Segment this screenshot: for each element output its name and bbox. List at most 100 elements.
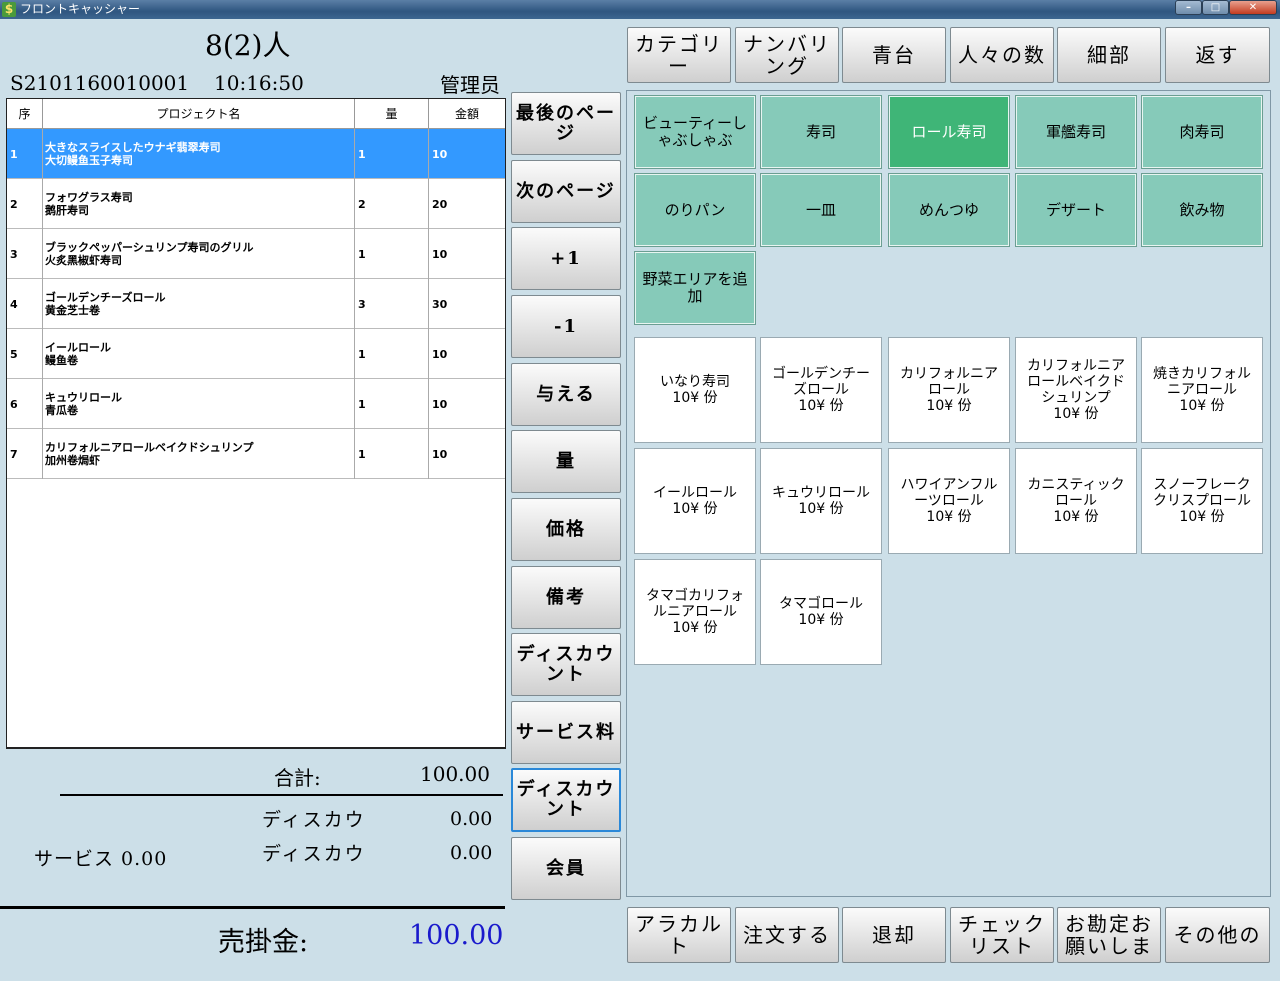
- checklist-button[interactable]: チェックリスト: [950, 907, 1054, 963]
- a-la-carte-button[interactable]: アラカルト: [627, 907, 731, 963]
- table-row[interactable]: 7 カリフォルニアロールベイクドシュリンプ 加州卷焗虾 1 10: [7, 429, 505, 479]
- category-button[interactable]: カテゴリー: [627, 27, 731, 83]
- order-table: 序 プロジェクト名 量 金額 1 大きなスライスしたウナギ翡翠寿司 大切鳗鱼玉子寿…: [6, 98, 506, 749]
- row-name: キュウリロール 青瓜卷: [43, 379, 355, 429]
- dish-price: 10¥ 份: [1179, 398, 1225, 414]
- row-name-primary: カリフォルニアロールベイクドシュリンプ: [45, 441, 254, 454]
- place-order-button[interactable]: 注文する: [735, 907, 839, 963]
- return-button[interactable]: 返す: [1165, 27, 1270, 83]
- next-page-button[interactable]: 次のページ: [511, 160, 621, 223]
- service-charge: サービス 0.00: [34, 848, 168, 870]
- dish-item[interactable]: カニスティックロール 10¥ 份: [1015, 448, 1137, 554]
- subtotal-value: 100.00: [420, 762, 490, 786]
- table-row[interactable]: 4 ゴールデンチーズロール 黄金芝士卷 3 30: [7, 279, 505, 329]
- dish-item[interactable]: 焼きカリフォルニアロール 10¥ 份: [1141, 337, 1263, 443]
- plus-one-button[interactable]: +1: [511, 227, 621, 290]
- checkout-button[interactable]: お勘定お願いしま: [1057, 907, 1161, 963]
- category-item[interactable]: 飲み物: [1141, 173, 1263, 247]
- member-button[interactable]: 会員: [511, 837, 621, 900]
- row-name-secondary: 鳗鱼卷: [45, 354, 78, 367]
- dish-item[interactable]: カリフォルニアロール 10¥ 份: [888, 337, 1010, 443]
- divider: [0, 906, 505, 909]
- last-page-button[interactable]: 最後のページ: [511, 92, 621, 155]
- category-item[interactable]: のりパン: [634, 173, 756, 247]
- dish-name: キュウリロール: [772, 485, 870, 501]
- guest-count-button[interactable]: 人々の数: [950, 27, 1054, 83]
- table-row[interactable]: 6 キュウリロール 青瓜卷 1 10: [7, 379, 505, 429]
- close-button[interactable]: ✕: [1229, 0, 1277, 15]
- row-seq: 6: [7, 379, 43, 429]
- dish-item[interactable]: いなり寿司 10¥ 份: [634, 337, 756, 443]
- row-name-secondary: 火炙黑椒虾寿司: [45, 254, 122, 267]
- dish-name: ゴールデンチーズロール: [772, 366, 870, 398]
- table-row[interactable]: 2 フォワグラス寿司 鹅肝寿司 2 20: [7, 179, 505, 229]
- numbering-button[interactable]: ナンバリング: [735, 27, 839, 83]
- window-title: フロントキャッシャー: [20, 2, 141, 16]
- dish-name: スノーフレーククリスプロール: [1153, 477, 1251, 509]
- row-name: ゴールデンチーズロール 黄金芝士卷: [43, 279, 355, 329]
- category-item[interactable]: 野菜エリアを追加: [634, 251, 756, 325]
- dish-item[interactable]: タマゴロール 10¥ 份: [760, 559, 882, 665]
- dish-price: 10¥ 份: [672, 501, 718, 517]
- discount-value: 0.00: [450, 808, 493, 830]
- dish-price: 10¥ 份: [798, 612, 844, 628]
- dish-item[interactable]: ゴールデンチーズロール 10¥ 份: [760, 337, 882, 443]
- row-name-primary: キュウリロール: [45, 391, 122, 404]
- category-item[interactable]: 寿司: [760, 95, 882, 169]
- table-row[interactable]: 3 ブラックペッパーシュリンプ寿司のグリル 火炙黑椒虾寿司 1 10: [7, 229, 505, 279]
- other-button[interactable]: その他の: [1165, 907, 1270, 963]
- discount-button[interactable]: ディスカウント: [511, 633, 621, 696]
- row-name-secondary: 青瓜卷: [45, 404, 78, 417]
- dish-name: イールロール: [653, 485, 737, 501]
- dish-item[interactable]: カリフォルニアロールベイクドシュリンプ 10¥ 份: [1015, 337, 1137, 443]
- row-qty: 3: [355, 279, 429, 329]
- row-seq: 1: [7, 129, 43, 179]
- amount-due-label: 売掛金:: [218, 927, 309, 958]
- category-item[interactable]: めんつゆ: [888, 173, 1010, 247]
- dish-price: 10¥ 份: [1053, 406, 1099, 422]
- row-amount: 10: [432, 398, 448, 411]
- menu-panel: ビューティーしゃぶしゃぶ 寿司 ロール寿司 軍艦寿司 肉寿司 のりパン 一皿 め…: [626, 90, 1271, 897]
- category-item[interactable]: 軍艦寿司: [1015, 95, 1137, 169]
- guest-count: 8(2)人: [205, 29, 291, 62]
- minus-one-button[interactable]: -1: [511, 295, 621, 358]
- withdraw-button[interactable]: 退却: [842, 907, 946, 963]
- category-item[interactable]: 一皿: [760, 173, 882, 247]
- row-amount: 10: [432, 348, 448, 361]
- category-item[interactable]: 肉寿司: [1141, 95, 1263, 169]
- dish-name: タマゴロール: [779, 596, 863, 612]
- quantity-button[interactable]: 量: [511, 430, 621, 493]
- table-row[interactable]: 1 大きなスライスしたウナギ翡翠寿司 大切鳗鱼玉子寿司 1 10: [7, 129, 505, 179]
- minimize-button[interactable]: –: [1175, 0, 1202, 15]
- dish-item[interactable]: ハワイアンフルーツロール 10¥ 份: [888, 448, 1010, 554]
- dish-item[interactable]: イールロール 10¥ 份: [634, 448, 756, 554]
- amount-due-value: 100.00: [409, 920, 504, 951]
- dish-name: カリフォルニアロール: [900, 366, 998, 398]
- row-name-secondary: 黄金芝士卷: [45, 304, 100, 317]
- row-qty: 1: [355, 229, 429, 279]
- dish-name: ハワイアンフルーツロール: [900, 477, 998, 509]
- row-qty: 1: [355, 379, 429, 429]
- remarks-button[interactable]: 備考: [511, 566, 621, 629]
- category-item-active[interactable]: ロール寿司: [888, 95, 1010, 169]
- discount-label: ディスカウ: [262, 809, 366, 831]
- dish-price: 10¥ 份: [672, 390, 718, 406]
- row-seq: 3: [7, 229, 43, 279]
- details-button[interactable]: 細部: [1057, 27, 1161, 83]
- category-item[interactable]: デザート: [1015, 173, 1137, 247]
- give-button[interactable]: 与える: [511, 363, 621, 426]
- row-name: イールロール 鳗鱼卷: [43, 329, 355, 379]
- discount-button-2[interactable]: ディスカウント: [511, 768, 621, 832]
- column-header-name: プロジェクト名: [43, 99, 355, 129]
- service-charge-button[interactable]: サービス料: [511, 701, 621, 764]
- dish-item[interactable]: スノーフレーククリスプロール 10¥ 份: [1141, 448, 1263, 554]
- dish-price: 10¥ 份: [926, 509, 972, 525]
- subtotal-label: 合計:: [274, 766, 321, 790]
- blue-table-button[interactable]: 青台: [842, 27, 946, 83]
- table-row[interactable]: 5 イールロール 鳗鱼卷 1 10: [7, 329, 505, 379]
- price-button[interactable]: 価格: [511, 498, 621, 561]
- maximize-button[interactable]: □: [1202, 0, 1229, 15]
- dish-item[interactable]: タマゴカリフォルニアロール 10¥ 份: [634, 559, 756, 665]
- category-item[interactable]: ビューティーしゃぶしゃぶ: [634, 95, 756, 169]
- dish-item[interactable]: キュウリロール 10¥ 份: [760, 448, 882, 554]
